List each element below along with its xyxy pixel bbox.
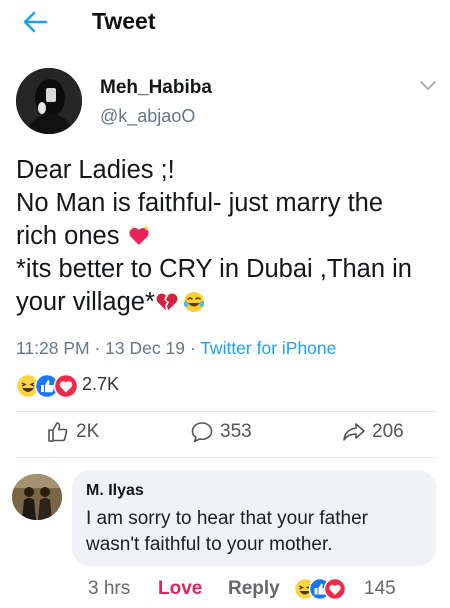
broken-heart-icon (156, 293, 178, 311)
tweet-line: rich ones (16, 220, 436, 253)
tweet-text: Dear Ladies ;! No Man is faithful- just … (16, 154, 436, 319)
page-title: Tweet (92, 8, 156, 34)
tweet-line: No Man is faithful- just marry the (16, 189, 384, 217)
top-bar: Tweet (0, 0, 450, 44)
love-reaction-icon (53, 373, 78, 399)
comment-bubble-icon (191, 422, 213, 443)
back-arrow-icon[interactable] (22, 10, 48, 34)
like-button[interactable]: 2K (46, 418, 99, 446)
commenter-avatar[interactable] (12, 474, 62, 520)
tweet-date: 13 Dec 19 (105, 338, 185, 358)
comment-bubble: M. Ilyas I am sorry to hear that your fa… (72, 470, 436, 566)
meta-separator: · (184, 338, 201, 358)
comment-love-button[interactable]: Love (158, 578, 202, 600)
tweet-source-link[interactable]: Twitter for iPhone (200, 338, 336, 358)
commenter-photo (12, 474, 62, 520)
comment-count: 353 (220, 421, 252, 442)
tweet-line-text: rich ones (16, 222, 127, 250)
comment-reply-button[interactable]: Reply (228, 578, 280, 600)
avatar-photo (16, 68, 82, 134)
share-count: 206 (372, 421, 404, 442)
divider (16, 411, 436, 412)
tweet-line-text: your village* (16, 288, 155, 316)
comment-text: I am sorry to hear that your father wasn… (86, 508, 368, 555)
tweet-line: your village* (16, 286, 436, 319)
commenter-name[interactable]: M. Ilyas (86, 482, 144, 500)
share-arrow-icon (343, 423, 365, 441)
comment-reaction-count: 145 (364, 578, 396, 599)
divider (16, 457, 436, 458)
sparkling-heart-icon (128, 225, 149, 245)
like-count: 2K (76, 421, 100, 442)
author-handle[interactable]: @k_abjaoO (100, 106, 195, 127)
tweet-meta: 11:28 PM · 13 Dec 19 · Twitter for iPhon… (16, 338, 336, 359)
thumbs-up-icon (48, 422, 68, 442)
share-button[interactable]: 206 (342, 418, 404, 446)
author-name[interactable]: Meh_Habiba (100, 77, 212, 99)
tweet-time: 11:28 PM (16, 338, 90, 358)
comment-reaction-icons[interactable] (294, 577, 346, 601)
love-reaction-icon (323, 577, 346, 601)
comment-button[interactable]: 353 (190, 418, 252, 446)
author-avatar[interactable] (16, 68, 82, 134)
tweet-line: Dear Ladies ;! (16, 156, 175, 184)
reaction-count: 2.7K (82, 374, 120, 394)
chevron-down-icon[interactable] (419, 80, 437, 92)
comment-time: 3 hrs (88, 578, 131, 599)
tears-of-joy-icon (183, 292, 205, 312)
reaction-icons (16, 373, 78, 399)
meta-separator: · (89, 338, 106, 358)
tweet-line: *its better to CRY in Dubai ,Than in (16, 255, 412, 283)
